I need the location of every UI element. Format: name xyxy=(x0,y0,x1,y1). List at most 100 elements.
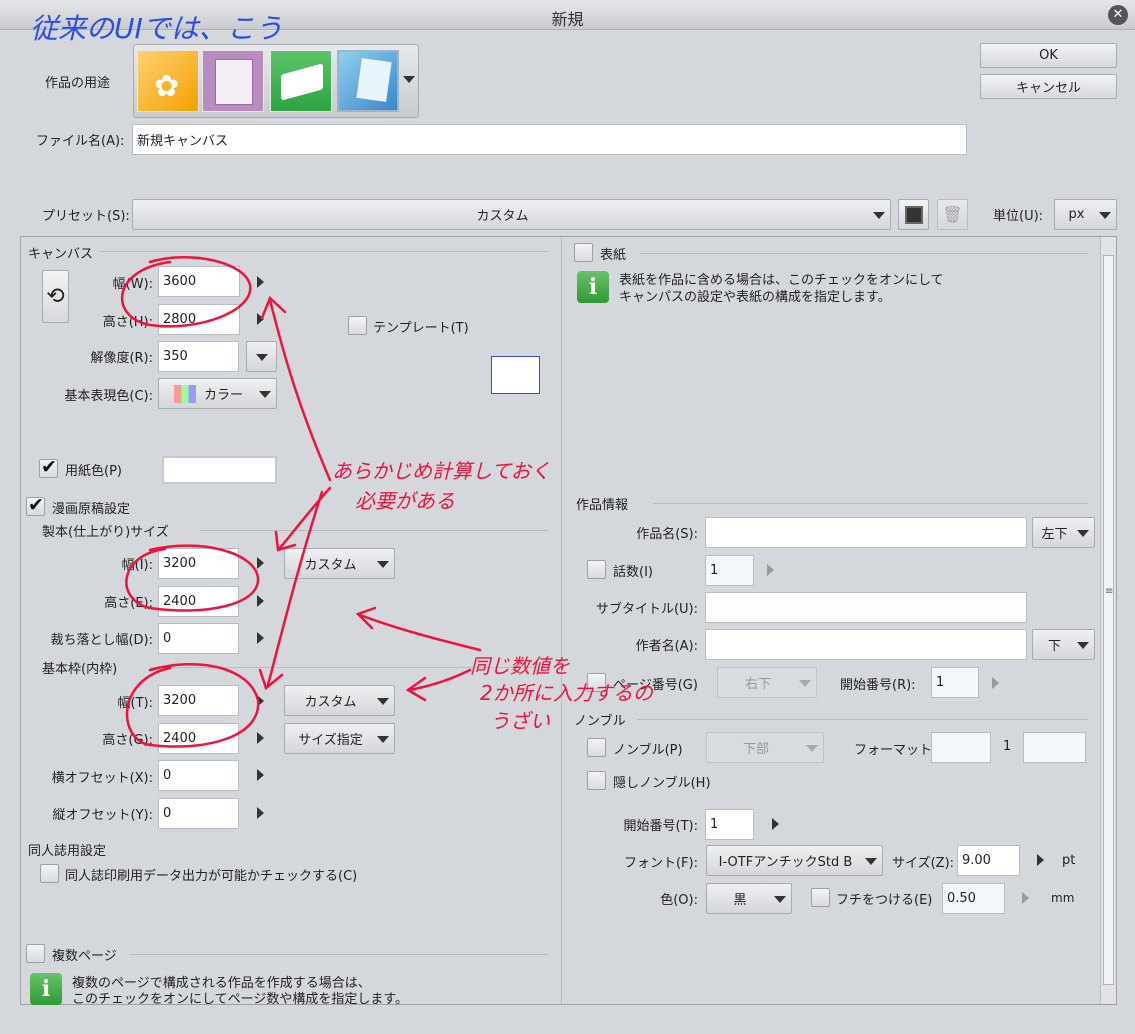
offset-y-stepper-icon[interactable] xyxy=(257,807,264,819)
font-select[interactable]: I-OTFアンチックStd B xyxy=(706,845,883,876)
color-swatch-icon xyxy=(173,384,196,403)
bind-height-stepper-icon[interactable] xyxy=(257,595,264,607)
filename-input[interactable]: 新規キャンバス xyxy=(132,124,967,155)
frame-heading: 基本枠(内枠) xyxy=(42,662,118,677)
all-comic-icon[interactable] xyxy=(337,50,399,112)
comic-icon[interactable] xyxy=(202,50,264,112)
format-suffix-input[interactable] xyxy=(1023,732,1086,763)
multipage-checkbox[interactable] xyxy=(26,944,45,963)
frame-height-stepper-icon[interactable] xyxy=(257,732,264,744)
book-icon[interactable] xyxy=(270,50,332,112)
scrollbar[interactable]: ≡ xyxy=(1100,237,1116,1004)
edge-input[interactable]: 0.50 xyxy=(942,883,1005,914)
color-mode-select[interactable]: カラー xyxy=(158,378,277,409)
bleed-stepper-icon[interactable] xyxy=(257,632,264,644)
cover-checkbox[interactable] xyxy=(574,243,593,262)
start-number-label: 開始番号(R): xyxy=(840,678,916,693)
trash-icon: 🗑 xyxy=(942,205,963,224)
frame-width-input[interactable]: 3200 xyxy=(158,685,239,716)
author-position-select[interactable]: 下 xyxy=(1032,629,1095,660)
episode-checkbox[interactable] xyxy=(587,560,606,579)
frame-preset-select[interactable]: カスタム xyxy=(284,685,395,716)
resolution-dropdown[interactable] xyxy=(246,341,277,372)
offset-x-input[interactable]: 0 xyxy=(158,760,239,791)
edge-unit: mm xyxy=(1051,891,1075,905)
format-number: 1 xyxy=(1003,739,1012,754)
size-label: サイズ(Z): xyxy=(892,856,955,871)
bind-width-stepper-icon[interactable] xyxy=(257,557,264,569)
size-input[interactable]: 9.00 xyxy=(957,845,1020,876)
edge-checkbox[interactable] xyxy=(811,888,830,907)
ok-button[interactable]: OK xyxy=(980,43,1117,68)
bind-width-label: 幅(I): xyxy=(121,558,153,573)
nombre-color-select[interactable]: 黒 xyxy=(706,883,792,914)
multipage-info-line2: このチェックをオンにしてページ数や構成を指定します。 xyxy=(72,992,409,1007)
work-title-input[interactable] xyxy=(705,517,1027,548)
frame-height-input[interactable]: 2400 xyxy=(158,723,239,754)
frame-size-mode-select[interactable]: サイズ指定 xyxy=(284,723,395,754)
size-stepper-icon[interactable] xyxy=(1037,854,1044,866)
height-stepper-icon[interactable] xyxy=(257,313,264,325)
episode-input[interactable]: 1 xyxy=(705,555,754,586)
offset-y-label: 縦オフセット(Y): xyxy=(52,808,153,823)
doujin-heading: 同人誌用設定 xyxy=(28,844,107,859)
start-number-input[interactable]: 1 xyxy=(931,667,979,698)
width-input[interactable]: 3600 xyxy=(158,266,240,297)
width-stepper-icon[interactable] xyxy=(257,276,264,288)
nombre-start-input[interactable]: 1 xyxy=(705,809,754,840)
manga-settings-checkbox[interactable] xyxy=(26,494,45,516)
format-prefix-input[interactable] xyxy=(931,732,991,763)
page-number-position-select[interactable]: 右下 xyxy=(717,667,817,698)
delete-preset-button[interactable]: 🗑 xyxy=(937,199,968,230)
offset-y-input[interactable]: 0 xyxy=(158,798,239,829)
start-number-stepper-icon[interactable] xyxy=(992,677,999,689)
paper-color-checkbox[interactable] xyxy=(39,456,58,478)
page-number-label: ページ番号(G) xyxy=(613,678,698,693)
offset-x-label: 横オフセット(X): xyxy=(51,771,153,786)
preset-select[interactable]: カスタム xyxy=(132,199,891,230)
paper-color-swatch[interactable] xyxy=(162,456,277,484)
bind-width-input[interactable]: 3200 xyxy=(158,548,239,579)
frame-width-stepper-icon[interactable] xyxy=(257,695,264,707)
hidden-nombre-checkbox[interactable] xyxy=(587,771,606,790)
scrollbar-thumb[interactable]: ≡ xyxy=(1103,255,1114,985)
template-checkbox[interactable] xyxy=(348,316,367,335)
offset-x-stepper-icon[interactable] xyxy=(257,769,264,781)
cancel-button[interactable]: キャンセル xyxy=(980,74,1117,99)
subtitle-input[interactable] xyxy=(705,592,1027,623)
dialog-title: 新規 xyxy=(551,10,584,29)
episode-label: 話数(I) xyxy=(613,565,653,580)
resolution-label: 解像度(R): xyxy=(90,351,153,366)
resolution-input[interactable]: 350 xyxy=(158,341,239,372)
author-position-value: 下 xyxy=(1047,639,1061,654)
divider xyxy=(100,251,548,252)
nombre-checkbox[interactable] xyxy=(587,738,606,757)
illustration-icon[interactable]: ✿ xyxy=(137,50,199,112)
close-button[interactable]: ✕ xyxy=(1108,5,1128,25)
episode-stepper-icon[interactable] xyxy=(767,564,774,576)
usage-dropdown-icon[interactable] xyxy=(403,76,415,83)
edge-stepper-icon[interactable] xyxy=(1022,892,1029,904)
work-title-position-select[interactable]: 左下 xyxy=(1032,517,1095,548)
save-preset-button[interactable] xyxy=(898,199,929,230)
work-title-label: 作品名(S): xyxy=(636,527,698,542)
hidden-nombre-label: 隠しノンブル(H) xyxy=(613,776,711,791)
font-value: I-OTFアンチックStd B xyxy=(718,855,853,870)
page-number-checkbox[interactable] xyxy=(587,673,606,692)
unit-select[interactable]: px xyxy=(1054,199,1117,230)
author-input[interactable] xyxy=(705,629,1027,660)
bind-height-input[interactable]: 2400 xyxy=(158,586,239,617)
height-input[interactable]: 2800 xyxy=(158,304,240,335)
nombre-position-select[interactable]: 下部 xyxy=(706,732,824,763)
filename-label: ファイル名(A): xyxy=(36,134,125,149)
work-info-heading: 作品情報 xyxy=(576,498,629,513)
nombre-start-stepper-icon[interactable] xyxy=(772,818,779,830)
work-title-position-value: 左下 xyxy=(1041,527,1068,542)
bind-size-preset-select[interactable]: カスタム xyxy=(284,548,395,579)
doujin-check-checkbox[interactable] xyxy=(40,864,59,883)
height-label: 高さ(H): xyxy=(102,315,153,330)
color-mode-value: カラー xyxy=(203,388,243,403)
bind-size-heading: 製本(仕上がり)サイズ xyxy=(42,525,169,540)
color-mode-label: 基本表現色(C): xyxy=(64,389,153,404)
bleed-input[interactable]: 0 xyxy=(158,623,239,654)
